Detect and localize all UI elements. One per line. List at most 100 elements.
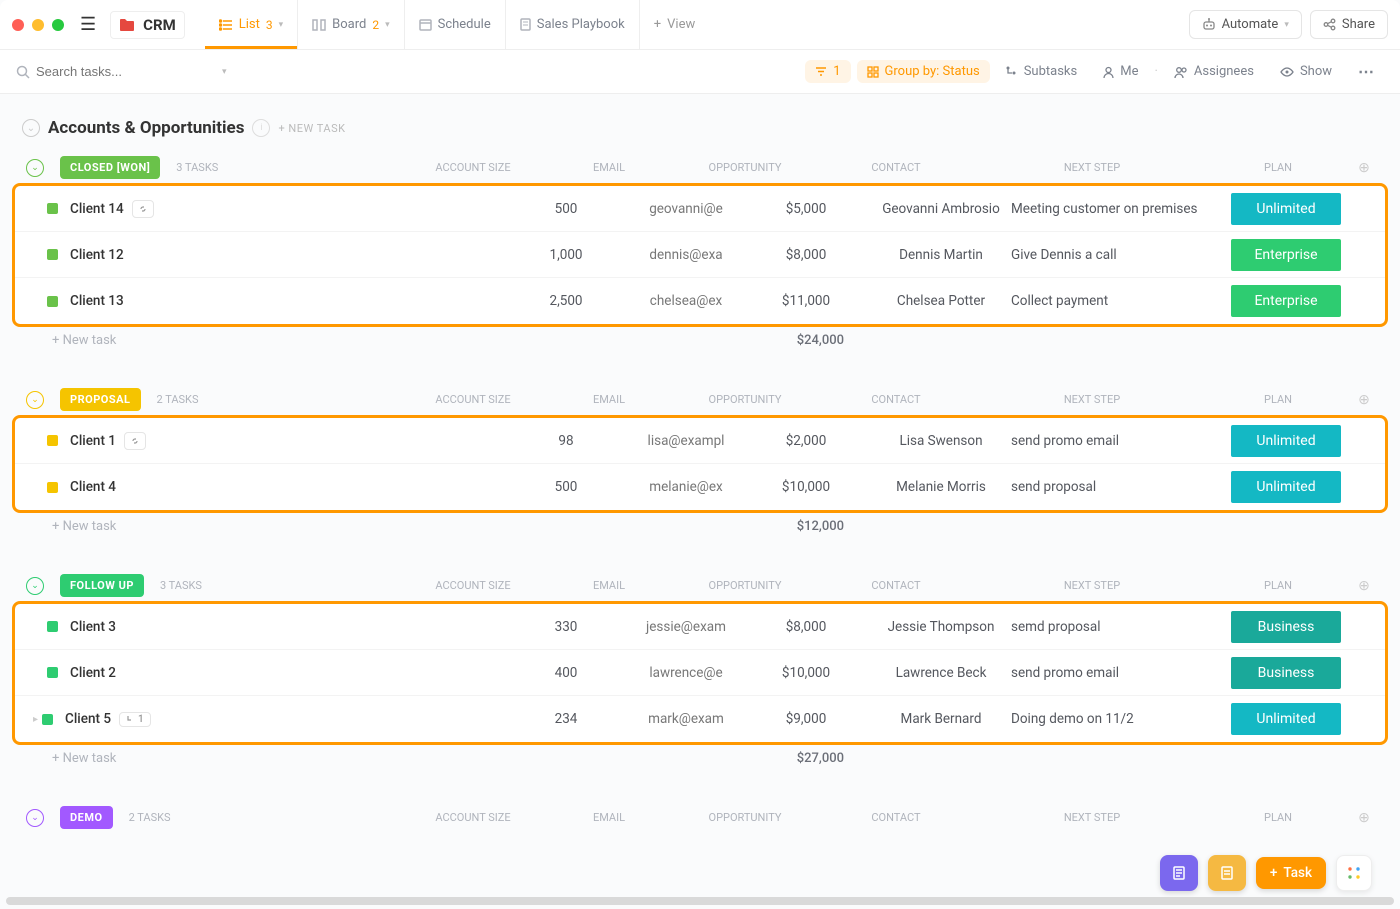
add-column-icon[interactable]: ⊕ bbox=[1354, 578, 1374, 594]
col-header-plan[interactable]: PLAN bbox=[1218, 811, 1338, 824]
maximize-window-icon[interactable] bbox=[52, 19, 64, 31]
cell-plan[interactable]: Unlimited bbox=[1231, 703, 1351, 735]
cell-account-size[interactable]: 500 bbox=[501, 479, 631, 495]
cell-next-step[interactable]: semd proposal bbox=[1011, 619, 1231, 635]
expand-subtasks-icon[interactable]: ▸ bbox=[33, 714, 38, 725]
cell-plan[interactable]: Unlimited bbox=[1231, 425, 1351, 457]
notepad-button[interactable] bbox=[1160, 855, 1198, 891]
cell-plan[interactable]: Enterprise bbox=[1231, 285, 1351, 317]
col-header-email[interactable]: EMAIL bbox=[554, 161, 664, 174]
cell-email[interactable]: melanie@ex bbox=[631, 479, 741, 495]
link-icon[interactable] bbox=[132, 200, 154, 218]
cell-email[interactable]: mark@exam bbox=[631, 711, 741, 727]
col-header-contact[interactable]: CONTACT bbox=[826, 393, 966, 406]
col-header-contact[interactable]: CONTACT bbox=[826, 161, 966, 174]
cell-email[interactable]: chelsea@ex bbox=[631, 293, 741, 309]
task-row[interactable]: Client 14500geovanni@e$5,000Geovanni Amb… bbox=[15, 186, 1385, 232]
col-header-email[interactable]: EMAIL bbox=[554, 393, 664, 406]
new-task-button[interactable]: + NEW TASK bbox=[278, 122, 345, 135]
task-row[interactable]: Client 4500melanie@ex$10,000Melanie Morr… bbox=[15, 464, 1385, 510]
col-header-account-size[interactable]: ACCOUNT SIZE bbox=[408, 579, 538, 592]
task-row[interactable]: Client 198lisa@exampl$2,000Lisa Swensons… bbox=[15, 418, 1385, 464]
cell-contact[interactable]: Lawrence Beck bbox=[871, 665, 1011, 681]
cell-opportunity[interactable]: $8,000 bbox=[741, 619, 871, 635]
status-square-icon[interactable] bbox=[47, 621, 58, 632]
cell-contact[interactable]: Mark Bernard bbox=[871, 711, 1011, 727]
cell-contact[interactable]: Dennis Martin bbox=[871, 247, 1011, 263]
cell-opportunity[interactable]: $11,000 bbox=[741, 293, 871, 309]
link-icon[interactable] bbox=[124, 432, 146, 450]
new-task-row[interactable]: + New task bbox=[52, 751, 116, 766]
cell-account-size[interactable]: 98 bbox=[501, 433, 631, 449]
docs-button[interactable] bbox=[1208, 855, 1246, 891]
add-column-icon[interactable]: ⊕ bbox=[1354, 160, 1374, 176]
status-pill[interactable]: DEMO bbox=[60, 806, 113, 829]
col-header-account-size[interactable]: ACCOUNT SIZE bbox=[408, 393, 538, 406]
status-square-icon[interactable] bbox=[47, 667, 58, 678]
col-header-contact[interactable]: CONTACT bbox=[826, 811, 966, 824]
status-square-icon[interactable] bbox=[47, 249, 58, 260]
cell-contact[interactable]: Lisa Swenson bbox=[871, 433, 1011, 449]
col-header-account-size[interactable]: ACCOUNT SIZE bbox=[408, 161, 538, 174]
cell-account-size[interactable]: 500 bbox=[501, 201, 631, 217]
status-square-icon[interactable] bbox=[47, 296, 58, 307]
cell-email[interactable]: lisa@exampl bbox=[631, 433, 741, 449]
col-header-next-step[interactable]: NEXT STEP bbox=[982, 161, 1202, 174]
cell-opportunity[interactable]: $5,000 bbox=[741, 201, 871, 217]
group-by-chip[interactable]: Group by: Status bbox=[857, 60, 990, 83]
show-button[interactable]: Show bbox=[1270, 60, 1342, 83]
cell-contact[interactable]: Jessie Thompson bbox=[871, 619, 1011, 635]
cell-plan[interactable]: Unlimited bbox=[1231, 193, 1351, 225]
cell-email[interactable]: dennis@exa bbox=[631, 247, 741, 263]
col-header-plan[interactable]: PLAN bbox=[1218, 161, 1338, 174]
cell-opportunity[interactable]: $9,000 bbox=[741, 711, 871, 727]
cell-next-step[interactable]: send promo email bbox=[1011, 665, 1231, 681]
info-icon[interactable]: i bbox=[252, 119, 270, 137]
cell-next-step[interactable]: Meeting customer on premises bbox=[1011, 201, 1231, 217]
col-header-plan[interactable]: PLAN bbox=[1218, 393, 1338, 406]
cell-next-step[interactable]: Collect payment bbox=[1011, 293, 1231, 309]
cell-opportunity[interactable]: $8,000 bbox=[741, 247, 871, 263]
cell-contact[interactable]: Chelsea Potter bbox=[871, 293, 1011, 309]
tab-board[interactable]: Board 2 ▾ bbox=[298, 0, 404, 49]
hamburger-menu-icon[interactable]: ☰ bbox=[80, 14, 96, 35]
cell-plan[interactable]: Enterprise bbox=[1231, 239, 1351, 271]
status-pill[interactable]: CLOSED [WON] bbox=[60, 156, 160, 179]
col-header-opportunity[interactable]: OPPORTUNITY bbox=[680, 579, 810, 592]
collapse-group-icon[interactable]: ⌄ bbox=[26, 391, 44, 409]
more-options-button[interactable]: ⋯ bbox=[1348, 58, 1384, 85]
cell-email[interactable]: jessie@exam bbox=[631, 619, 741, 635]
add-view-button[interactable]: + View bbox=[640, 0, 710, 49]
cell-opportunity[interactable]: $10,000 bbox=[741, 665, 871, 681]
col-header-plan[interactable]: PLAN bbox=[1218, 579, 1338, 592]
new-task-row[interactable]: + New task bbox=[52, 519, 116, 534]
cell-plan[interactable]: Business bbox=[1231, 611, 1351, 643]
cell-next-step[interactable]: Doing demo on 11/2 bbox=[1011, 711, 1231, 727]
search-box[interactable]: ▾ bbox=[16, 64, 799, 79]
new-task-row[interactable]: + New task bbox=[52, 333, 116, 348]
cell-opportunity[interactable]: $2,000 bbox=[741, 433, 871, 449]
tab-list[interactable]: List 3 ▾ bbox=[205, 0, 298, 49]
cell-plan[interactable]: Business bbox=[1231, 657, 1351, 689]
col-header-opportunity[interactable]: OPPORTUNITY bbox=[680, 161, 810, 174]
subtask-badge[interactable]: 1 bbox=[119, 712, 151, 727]
col-header-next-step[interactable]: NEXT STEP bbox=[982, 811, 1202, 824]
status-square-icon[interactable] bbox=[47, 435, 58, 446]
collapse-all-icon[interactable]: ⌄ bbox=[22, 119, 40, 137]
cell-opportunity[interactable]: $10,000 bbox=[741, 479, 871, 495]
status-square-icon[interactable] bbox=[47, 482, 58, 493]
cell-plan[interactable]: Unlimited bbox=[1231, 471, 1351, 503]
col-header-email[interactable]: EMAIL bbox=[554, 579, 664, 592]
tab-sales-playbook[interactable]: Sales Playbook bbox=[506, 0, 640, 49]
close-window-icon[interactable] bbox=[12, 19, 24, 31]
cell-account-size[interactable]: 234 bbox=[501, 711, 631, 727]
scrollbar[interactable] bbox=[6, 897, 1394, 905]
filter-chip[interactable]: 1 bbox=[805, 60, 850, 83]
add-column-icon[interactable]: ⊕ bbox=[1354, 810, 1374, 826]
minimize-window-icon[interactable] bbox=[32, 19, 44, 31]
cell-next-step[interactable]: send promo email bbox=[1011, 433, 1231, 449]
add-column-icon[interactable]: ⊕ bbox=[1354, 392, 1374, 408]
tab-schedule[interactable]: Schedule bbox=[405, 0, 506, 49]
collapse-group-icon[interactable]: ⌄ bbox=[26, 577, 44, 595]
share-button[interactable]: Share bbox=[1310, 10, 1388, 39]
